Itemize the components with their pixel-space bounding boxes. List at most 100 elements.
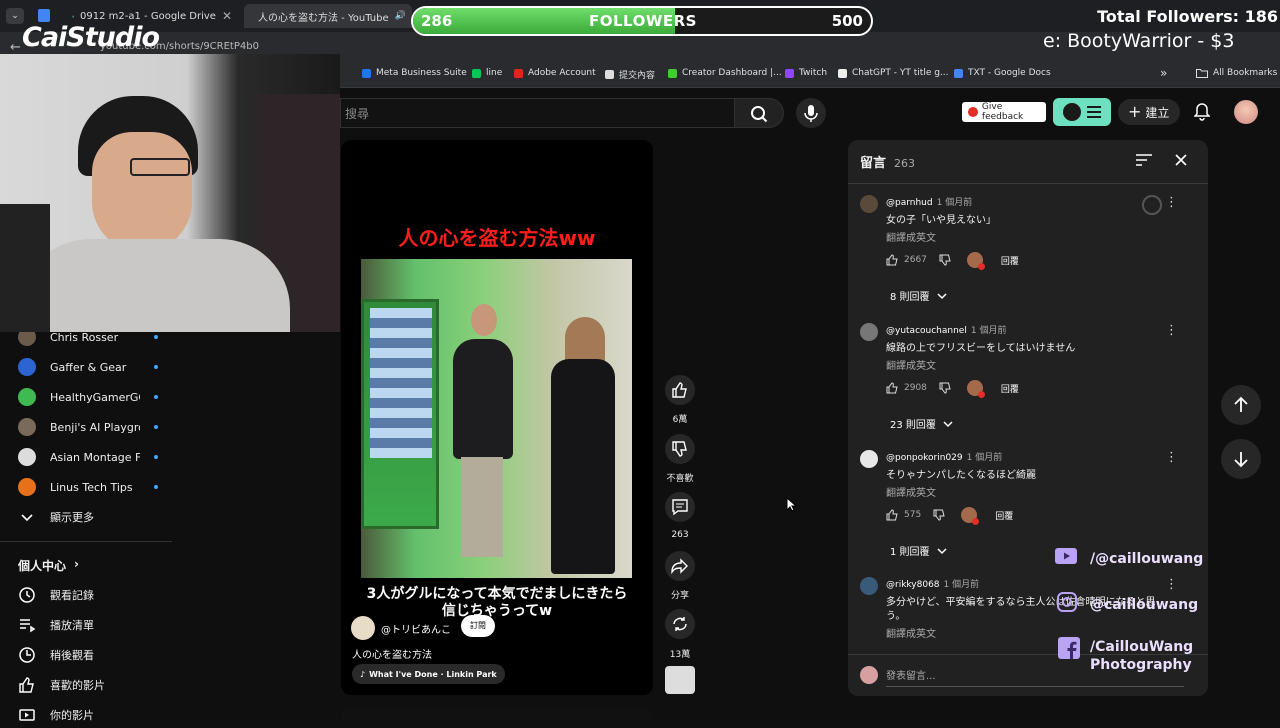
creator-heart-icon [967, 252, 983, 268]
search-button[interactable] [734, 98, 784, 128]
all-bookmarks[interactable]: All Bookmarks [1196, 68, 1277, 78]
dislike-button[interactable] [665, 434, 695, 464]
bookmark-favicon-icon [838, 69, 847, 78]
more-actions-icon[interactable]: ⋮ [1165, 577, 1178, 592]
comments-title-label: 留言 [860, 152, 886, 171]
remix-button[interactable] [665, 609, 695, 639]
tab-title: 0912 m2-a1 - Google Drive [80, 11, 216, 22]
tab-youtube[interactable]: 人の心を盗む方法 - YouTube 🔊 ✕ [244, 4, 412, 28]
search-input[interactable]: 搜尋 [340, 98, 734, 128]
comment-author[interactable]: @yutacouchannel1 個月前 [886, 323, 1006, 336]
more-actions-icon[interactable]: ⋮ [1165, 195, 1178, 210]
bookmark-item[interactable]: TXT - Google Docs [954, 68, 1051, 78]
remix-icon [665, 609, 695, 639]
translate-button[interactable]: 翻譯成英文 [886, 357, 936, 372]
you-section-heading[interactable]: 個人中心 › [18, 557, 79, 574]
like-button[interactable] [665, 375, 695, 405]
thumbs-up-icon[interactable] [886, 254, 898, 266]
close-tab-icon[interactable]: ✕ [222, 9, 232, 23]
subscribe-button[interactable]: 訂閱 [461, 615, 495, 637]
reply-button[interactable]: 回覆 [1001, 382, 1019, 395]
comment-avatar[interactable] [860, 195, 878, 213]
thumbs-down-icon[interactable] [939, 382, 951, 394]
sidebar-item-playlists[interactable]: 播放清單 [18, 612, 94, 638]
notifications-bell-icon[interactable] [1194, 103, 1210, 121]
sidebar-item-liked-videos[interactable]: 喜歡的影片 [18, 672, 105, 698]
bookmark-item[interactable]: Adobe Account [514, 68, 596, 78]
comment-username[interactable]: @parnhud [886, 198, 933, 208]
bookmarks-overflow-button[interactable]: » [1160, 66, 1167, 80]
channel-avatar [18, 448, 36, 466]
channel-name[interactable]: @トリビあんこ [381, 621, 451, 636]
sidebar-item-watch-later[interactable]: 稍後觀看 [18, 642, 94, 668]
bookmark-item[interactable]: 提交內容 [605, 68, 655, 81]
followers-current: 286 [421, 12, 452, 30]
comment-username[interactable]: @yutacouchannel [886, 326, 967, 336]
close-icon[interactable] [1174, 153, 1188, 167]
bookmark-item[interactable]: Creator Dashboard |... [668, 68, 782, 78]
voice-search-button[interactable] [796, 98, 826, 128]
give-feedback-button[interactable]: Give feedback [962, 102, 1046, 122]
next-short-button[interactable] [1221, 439, 1261, 479]
view-replies-button[interactable]: 1 則回覆 [890, 543, 948, 558]
short-video-player[interactable]: 人の心を盗む方法ww 3人がグルになって本気でだましにきたら 信じちゃうってw … [341, 140, 653, 695]
comment-author[interactable]: @rikky80681 個月前 [886, 577, 979, 590]
bookmark-item[interactable]: Twitch [785, 68, 827, 78]
docs-tab-icon[interactable] [38, 9, 50, 22]
music-note-icon: ♪ [360, 670, 365, 679]
sidebar-subscription[interactable]: Asian Montage Film [18, 444, 158, 470]
translate-button[interactable]: 翻譯成英文 [886, 229, 936, 244]
comment-username[interactable]: @ponpokorin029 [886, 453, 963, 463]
channel-avatar [18, 478, 36, 496]
previous-short-button[interactable] [1221, 385, 1261, 425]
channel-avatar [18, 358, 36, 376]
reply-button[interactable]: 回覆 [1001, 254, 1019, 267]
comment-actions: 2667回覆 [886, 252, 1019, 268]
speaker-icon[interactable]: 🔊 [395, 11, 406, 21]
sidebar-subscription[interactable]: Benji's AI Playgro... [18, 414, 158, 440]
google-drive-icon [72, 11, 74, 22]
bookmark-item[interactable]: line [472, 68, 502, 78]
view-replies-button[interactable]: 23 則回覆 [890, 416, 954, 431]
sidebar-item-your-videos[interactable]: 你的影片 [18, 702, 94, 728]
comment-username[interactable]: @rikky8068 [886, 580, 940, 590]
reply-button[interactable]: 回覆 [995, 509, 1013, 522]
comment-avatar[interactable] [860, 323, 878, 341]
music-pill[interactable]: ♪ What I've Done · Linkin Park [352, 664, 505, 684]
translate-button[interactable]: 翻譯成英文 [886, 484, 936, 499]
thumbs-up-icon[interactable] [886, 509, 898, 521]
sidebar-subscription[interactable]: Linus Tech Tips [18, 474, 158, 500]
translate-button[interactable]: 翻譯成英文 [886, 625, 936, 640]
back-icon[interactable]: ← [10, 40, 21, 55]
comment-author[interactable]: @ponpokorin0291 個月前 [886, 450, 1002, 463]
comment-count: 263 [655, 530, 705, 540]
share-button[interactable] [665, 551, 695, 581]
bookmark-item[interactable]: Meta Business Suite [362, 68, 467, 78]
create-button[interactable]: + 建立 [1118, 99, 1180, 125]
chevron-down-icon [18, 508, 36, 526]
sidebar-subscription[interactable]: Gaffer & Gear [18, 354, 158, 380]
more-actions-icon[interactable]: ⋮ [1165, 450, 1178, 465]
thumbs-down-icon[interactable] [933, 509, 945, 521]
webcam-overlay [0, 54, 340, 332]
thumbs-down-icon[interactable] [939, 254, 951, 266]
thumbs-up-icon[interactable] [886, 382, 898, 394]
sidebar-subscription[interactable]: HealthyGamerGG [18, 384, 158, 410]
sidebar-item-label: 喜歡的影片 [50, 677, 105, 693]
comment-avatar[interactable] [860, 577, 878, 595]
more-actions-icon[interactable]: ⋮ [1165, 323, 1178, 338]
comment-avatar[interactable] [860, 450, 878, 468]
next-short-preview[interactable] [341, 708, 653, 720]
sidebar-item-history[interactable]: 觀看記錄 [18, 582, 94, 608]
account-avatar[interactable] [1234, 100, 1258, 124]
comment-author[interactable]: @parnhud1 個月前 [886, 195, 972, 208]
sort-icon[interactable] [1136, 153, 1152, 167]
channel-avatar[interactable] [351, 616, 375, 640]
bookmark-item[interactable]: ChatGPT - YT title g... [838, 68, 949, 78]
comments-button[interactable] [665, 492, 695, 522]
bookmark-label: 提交內容 [619, 68, 655, 81]
extension-toggle-button[interactable] [1053, 98, 1111, 126]
show-more-button[interactable]: 顯示更多 [18, 504, 94, 530]
view-replies-button[interactable]: 8 則回覆 [890, 288, 948, 303]
sound-thumbnail[interactable] [665, 666, 695, 694]
